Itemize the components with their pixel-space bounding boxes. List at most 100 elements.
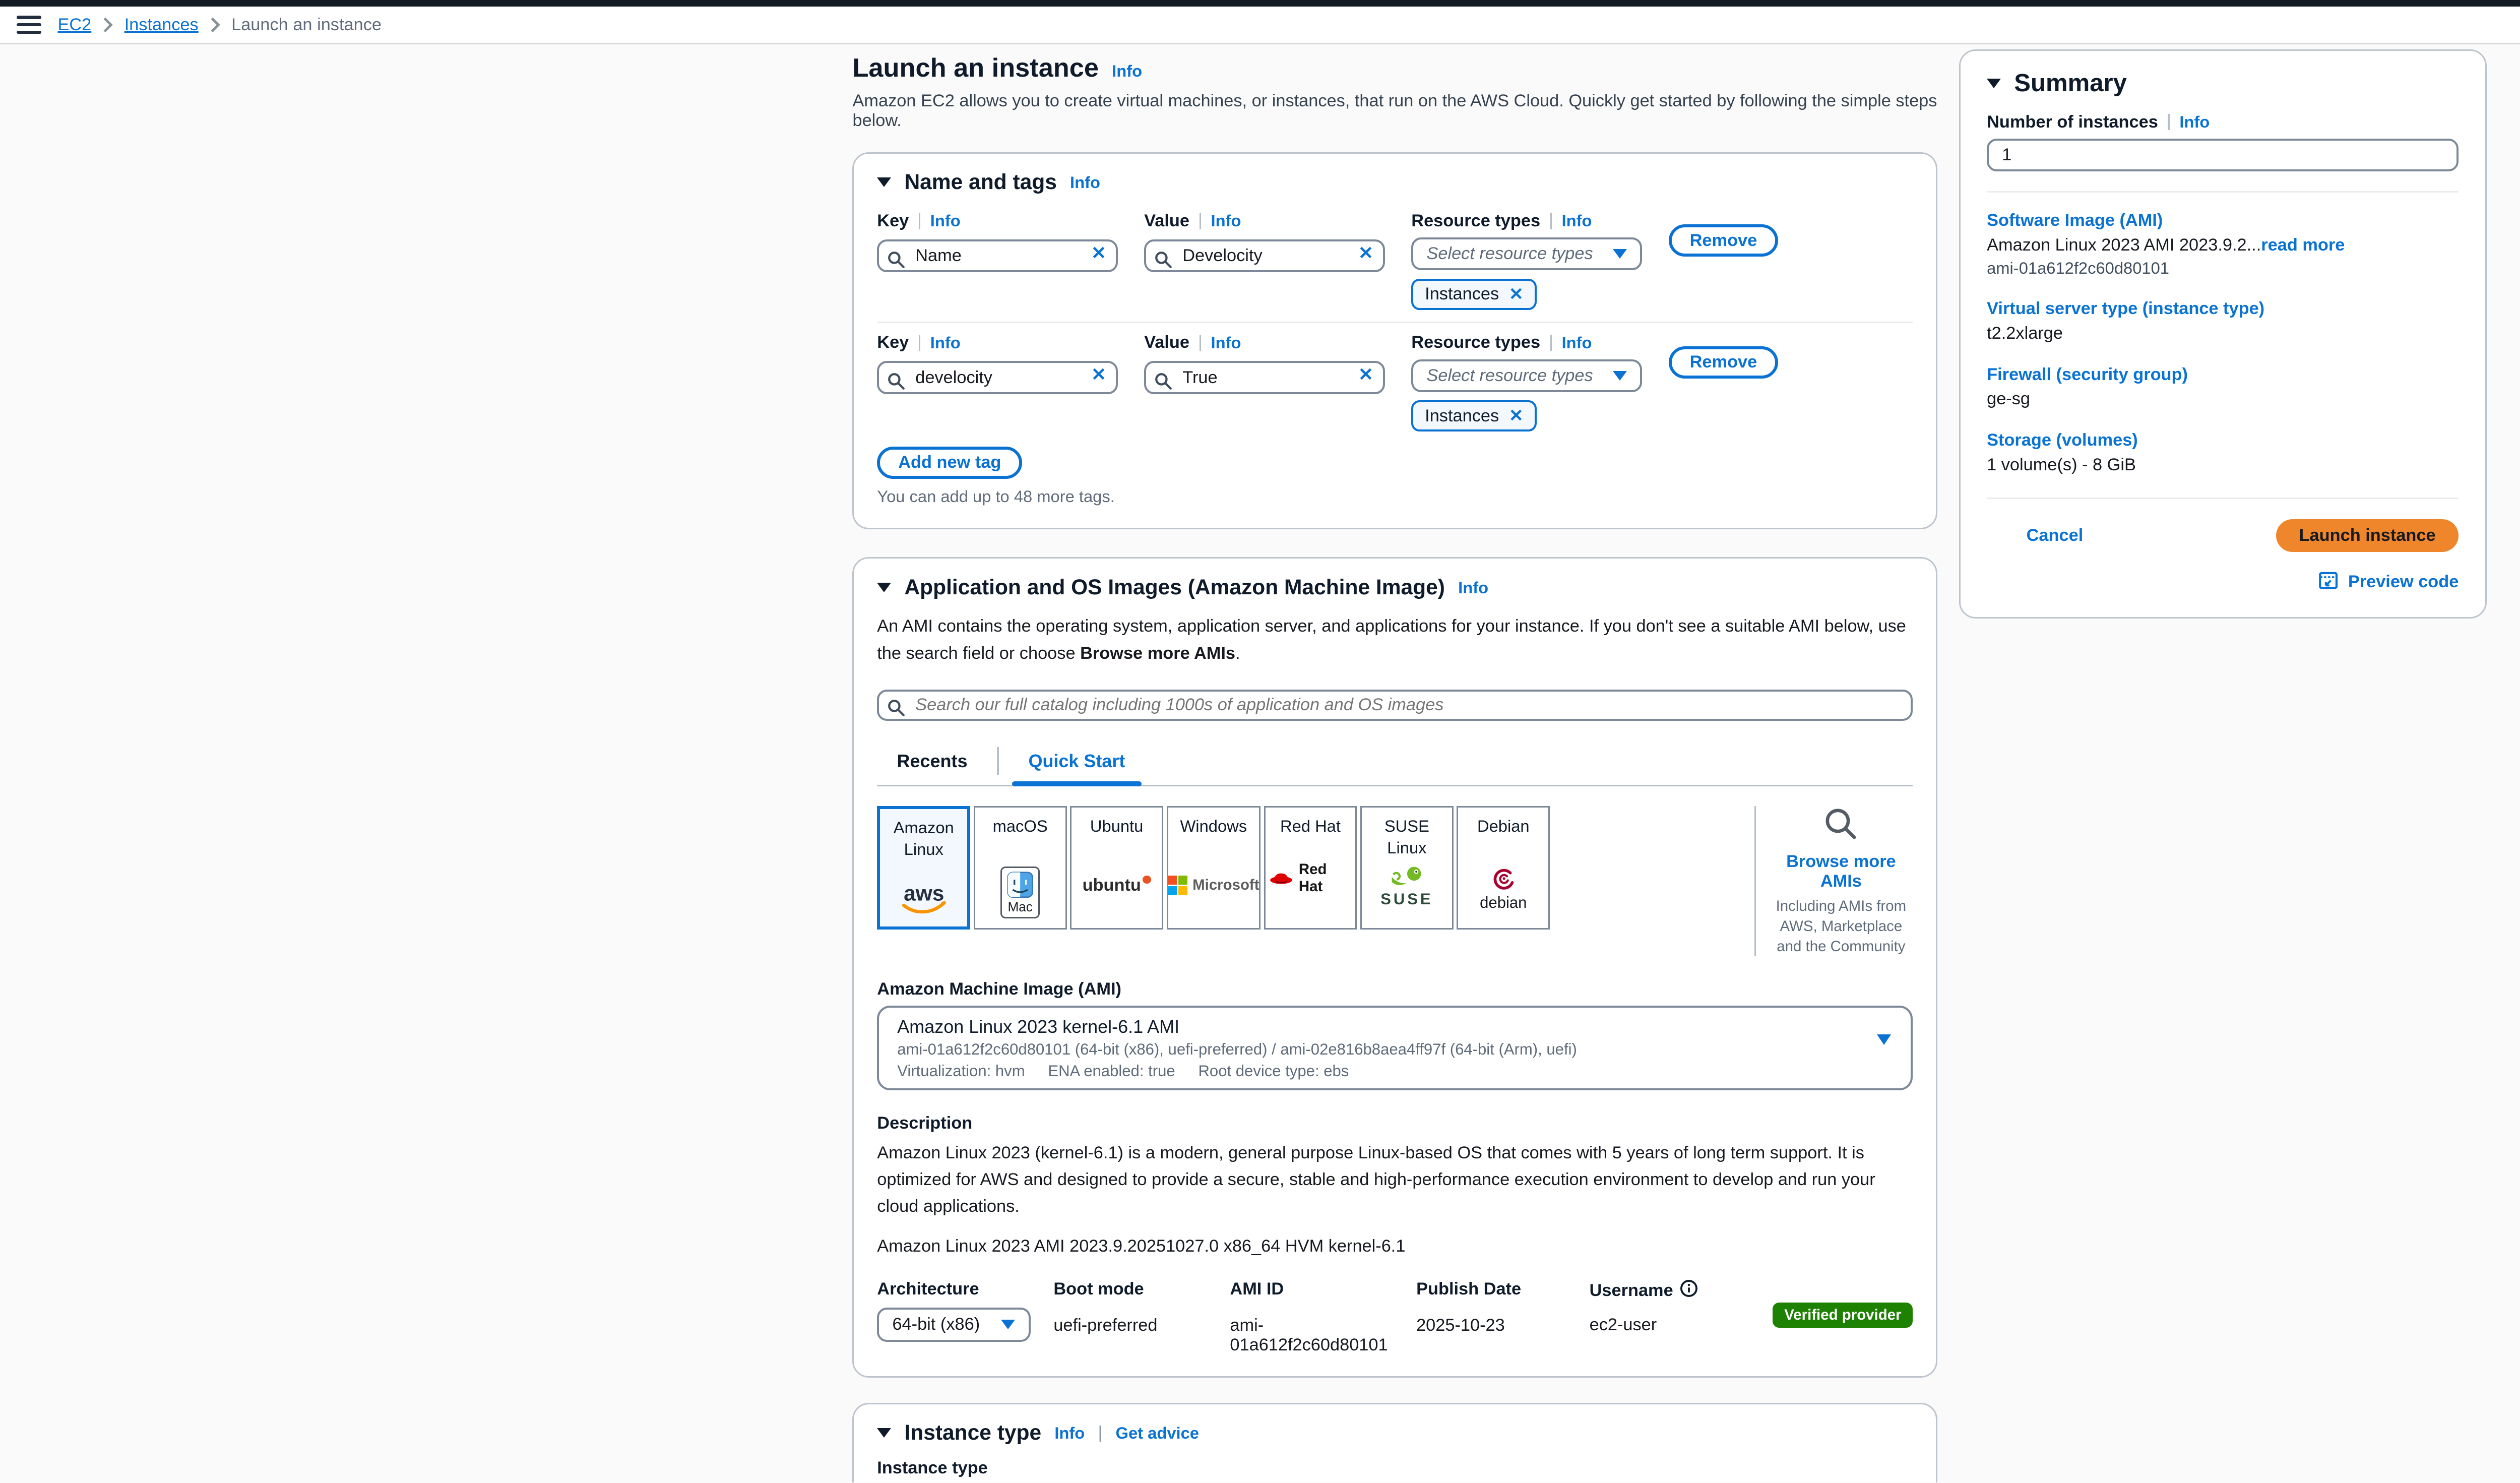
tag-value-input[interactable]: [1144, 239, 1385, 272]
remove-tag-button[interactable]: Remove: [1669, 346, 1779, 379]
red-hat-logo-icon: Red Hat: [1269, 861, 1352, 895]
tile-suse-linux[interactable]: SUSE Linux SUSE: [1360, 806, 1454, 930]
ami-description: An AMI contains the operating system, ap…: [877, 613, 1913, 667]
ami-id-value: ami-01a612f2c60d80101: [1230, 1316, 1416, 1355]
value-label: Value: [1144, 333, 1189, 352]
virtual-server-type-link[interactable]: Virtual server type (instance type): [1987, 299, 2459, 319]
browse-more-amis-link[interactable]: Browse more AMIs: [1769, 852, 1913, 891]
key-info-link[interactable]: Info: [930, 211, 961, 230]
key-info-link[interactable]: Info: [930, 333, 961, 352]
tab-recents[interactable]: Recents: [877, 744, 987, 784]
main-column: Launch an instance Info Amazon EC2 allow…: [852, 53, 1937, 1483]
tile-ubuntu[interactable]: Ubuntu ubuntu: [1070, 806, 1163, 930]
token-remove-icon[interactable]: ✕: [1509, 284, 1524, 304]
section-collapse-icon[interactable]: [877, 177, 891, 187]
breadcrumb-instances[interactable]: Instances: [124, 15, 199, 35]
tile-red-hat[interactable]: Red Hat Red Hat: [1264, 806, 1357, 930]
clear-icon[interactable]: ✕: [1358, 242, 1373, 264]
section-title: Application and OS Images (Amazon Machin…: [904, 575, 1445, 600]
tag-key-input[interactable]: [877, 239, 1118, 272]
ami-long-description: Amazon Linux 2023 (kernel-6.1) is a mode…: [877, 1140, 1913, 1220]
instances-info-link[interactable]: Info: [2179, 112, 2210, 132]
tag-value-input[interactable]: [1144, 361, 1385, 394]
info-circle-icon[interactable]: [1680, 1279, 1698, 1302]
resource-types-label: Resource types: [1411, 211, 1540, 231]
tile-amazon-linux[interactable]: Amazon Linux aws: [877, 806, 970, 930]
chevron-right-icon: [103, 17, 113, 33]
summary-firewall-section: Firewall (security group) ge-sg: [1987, 365, 2459, 409]
search-icon: [887, 366, 905, 397]
chevron-right-icon: [210, 17, 220, 33]
resource-types-select[interactable]: Select resource types: [1411, 359, 1642, 392]
tile-debian[interactable]: Debian debian: [1457, 806, 1550, 930]
summary-panel: Summary Number of instances Info Softwar…: [1959, 49, 2487, 618]
preview-code-link[interactable]: Preview code: [2348, 572, 2459, 592]
section-title: Instance type: [904, 1420, 1041, 1445]
page-subtitle: Amazon EC2 allows you to create virtual …: [852, 91, 1937, 131]
remove-tag-button[interactable]: Remove: [1669, 224, 1779, 257]
clear-icon[interactable]: ✕: [1091, 364, 1106, 385]
firewall-link[interactable]: Firewall (security group): [1987, 365, 2459, 385]
svg-text:aws: aws: [904, 882, 944, 905]
summary-collapse-icon[interactable]: [1987, 79, 2001, 88]
section-info-link[interactable]: Info: [1070, 173, 1100, 192]
resource-types-select[interactable]: Select resource types: [1411, 237, 1642, 270]
hamburger-menu-icon[interactable]: [17, 16, 41, 34]
ami-catalog-search-input[interactable]: [877, 690, 1913, 721]
architecture-select[interactable]: 64-bit (x86): [877, 1308, 1030, 1342]
breadcrumb-bar: EC2 Instances Launch an instance: [0, 7, 2520, 44]
value-info-link[interactable]: Info: [1211, 333, 1241, 352]
os-tiles: Amazon Linux aws macOS: [877, 806, 1913, 957]
suse-logo-icon: SUSE: [1380, 866, 1433, 908]
resource-info-link[interactable]: Info: [1562, 333, 1592, 352]
mac-finder-icon: Mac: [1000, 867, 1040, 918]
software-image-link[interactable]: Software Image (AMI): [1987, 211, 2459, 230]
value-info-link[interactable]: Info: [1211, 211, 1241, 230]
software-image-value: Amazon Linux 2023 AMI 2023.9.2...: [1987, 235, 2261, 255]
chevron-down-icon: [1877, 1034, 1891, 1045]
description-label: Description: [877, 1114, 1913, 1133]
name-and-tags-section: Name and tags Info Key Info ✕: [852, 152, 1937, 529]
section-info-link[interactable]: Info: [1458, 578, 1488, 597]
preview-code-icon: [2318, 567, 2338, 597]
summary-server-section: Virtual server type (instance type) t2.2…: [1987, 299, 2459, 343]
key-label: Key: [877, 333, 909, 352]
ami-tabs: Recents Quick Start: [877, 744, 1913, 786]
tag-key-input[interactable]: [877, 361, 1118, 394]
chevron-down-icon: [1613, 249, 1627, 259]
search-icon: [887, 245, 905, 275]
username-value: ec2-user: [1590, 1315, 1763, 1335]
publish-date-label: Publish Date: [1416, 1279, 1590, 1299]
number-of-instances-input[interactable]: [1987, 139, 2459, 171]
tile-windows[interactable]: Windows Microsoft: [1167, 806, 1261, 930]
resource-token-instances: Instances ✕: [1411, 400, 1537, 431]
resource-info-link[interactable]: Info: [1562, 211, 1592, 230]
clear-icon[interactable]: ✕: [1358, 364, 1373, 385]
section-info-link[interactable]: Info: [1054, 1424, 1085, 1443]
clear-icon[interactable]: ✕: [1091, 242, 1106, 264]
search-icon: [1154, 366, 1172, 397]
chevron-down-icon: [1613, 371, 1627, 381]
ami-select[interactable]: Amazon Linux 2023 kernel-6.1 AMI ami-01a…: [877, 1006, 1913, 1090]
get-advice-link[interactable]: Get advice: [1116, 1424, 1199, 1443]
add-new-tag-button[interactable]: Add new tag: [877, 447, 1022, 479]
launch-instance-button[interactable]: Launch instance: [2276, 519, 2459, 552]
section-collapse-icon[interactable]: [877, 1428, 891, 1438]
ubuntu-logo-icon: ubuntu: [1083, 876, 1151, 895]
breadcrumb: EC2 Instances Launch an instance: [57, 15, 382, 35]
instance-type-label: Instance type: [877, 1458, 1913, 1478]
browse-caption: Including AMIs from AWS, Marketplace and…: [1769, 896, 1913, 956]
summary-software-section: Software Image (AMI) Amazon Linux 2023 A…: [1987, 211, 2459, 277]
breadcrumb-ec2[interactable]: EC2: [57, 15, 91, 35]
cancel-button[interactable]: Cancel: [2027, 526, 2084, 545]
breadcrumb-current: Launch an instance: [231, 15, 382, 35]
tab-quick-start[interactable]: Quick Start: [1009, 744, 1145, 784]
token-remove-icon[interactable]: ✕: [1509, 406, 1524, 426]
search-icon: [1154, 245, 1172, 275]
read-more-link[interactable]: read more: [2261, 235, 2345, 255]
page-info-link[interactable]: Info: [1112, 61, 1142, 81]
aws-logo-icon: aws: [897, 881, 950, 917]
tile-macos[interactable]: macOS Mac: [974, 806, 1067, 930]
storage-link[interactable]: Storage (volumes): [1987, 430, 2459, 450]
section-collapse-icon[interactable]: [877, 583, 891, 592]
